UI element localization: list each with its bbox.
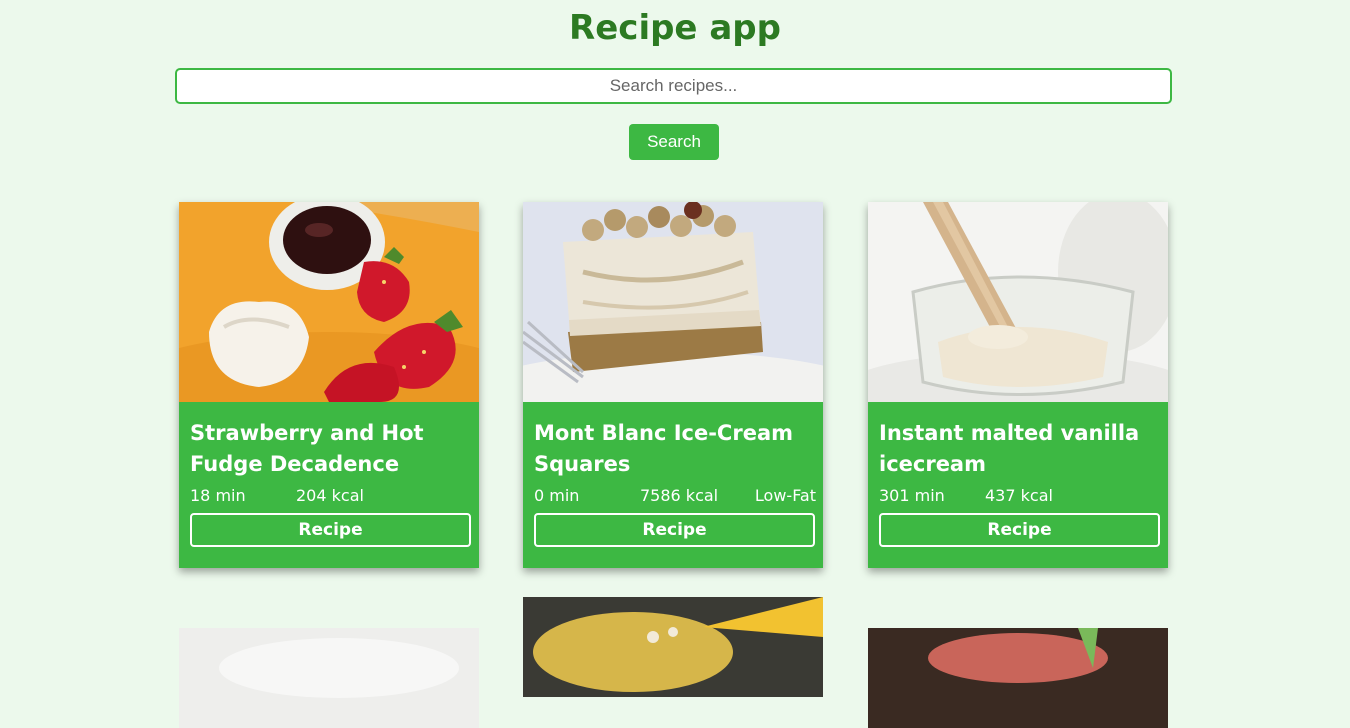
- recipe-calories: 437 kcal: [985, 486, 1053, 505]
- recipe-button[interactable]: Recipe: [879, 513, 1160, 547]
- search-button[interactable]: Search: [629, 124, 719, 160]
- recipe-calories: 204 kcal: [296, 486, 364, 505]
- recipe-time: 18 min: [190, 486, 246, 505]
- recipe-card: Mont Blanc Ice-Cream Squares 0 min 7586 …: [523, 202, 823, 568]
- recipe-calories: 7586 kcal: [640, 486, 719, 505]
- recipe-meta: 0 min 7586 kcal Low-Fat: [534, 486, 816, 508]
- recipe-card-partial: [523, 597, 823, 697]
- recipe-image-partial: [179, 628, 479, 728]
- recipe-image-mont-blanc: [523, 202, 823, 402]
- recipe-time: 301 min: [879, 486, 945, 505]
- recipe-title: Mont Blanc Ice-Cream Squares: [534, 421, 793, 476]
- recipe-button[interactable]: Recipe: [534, 513, 815, 547]
- recipe-card-partial: [179, 628, 479, 728]
- recipe-meta: 301 min 437 kcal: [879, 486, 1161, 508]
- recipe-diet-label: Low-Fat: [754, 486, 816, 505]
- recipe-title: Strawberry and Hot Fudge Decadence: [190, 421, 424, 476]
- recipe-image-partial: [523, 597, 823, 697]
- recipe-card: Strawberry and Hot Fudge Decadence 18 mi…: [179, 202, 479, 568]
- page-title: Recipe app: [569, 8, 781, 48]
- recipe-image-strawberry-fudge: [179, 202, 479, 402]
- recipe-button[interactable]: Recipe: [190, 513, 471, 547]
- recipe-card: Instant malted vanilla icecream 301 min …: [868, 202, 1168, 568]
- search-input[interactable]: [175, 68, 1172, 104]
- recipe-meta: 18 min 204 kcal: [190, 486, 472, 508]
- recipe-time: 0 min: [534, 486, 580, 505]
- recipe-card-partial: [868, 628, 1168, 728]
- recipe-image-partial: [868, 628, 1168, 728]
- recipe-image-malted-vanilla: [868, 202, 1168, 402]
- recipe-title: Instant malted vanilla icecream: [879, 421, 1140, 476]
